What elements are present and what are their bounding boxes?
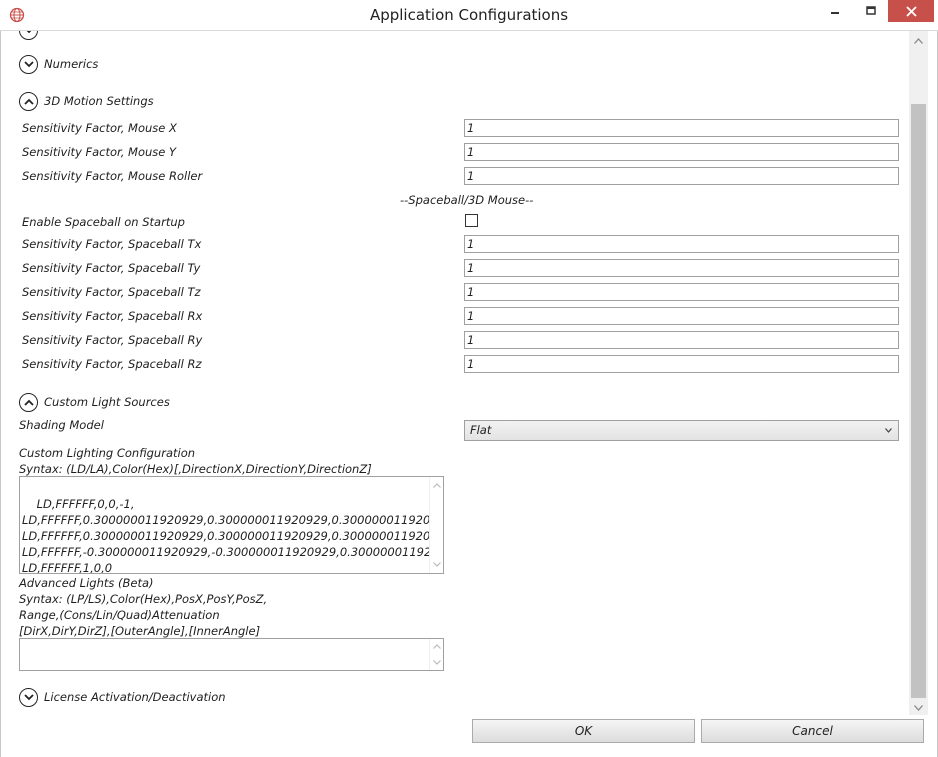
section-title: Numerics xyxy=(44,57,99,71)
scroll-up-icon[interactable] xyxy=(433,483,441,488)
section-title: License Activation/Deactivation xyxy=(44,690,226,704)
section-header-motion[interactable]: 3D Motion Settings xyxy=(19,91,154,111)
mouse-y-label: Sensitivity Factor, Mouse Y xyxy=(22,145,177,159)
section-header-license[interactable]: License Activation/Deactivation xyxy=(19,687,226,707)
minimize-button[interactable] xyxy=(820,0,850,22)
chevron-up-icon xyxy=(23,98,34,105)
dialog-footer: OK Cancel xyxy=(1,715,937,757)
spaceball-tz-input[interactable]: 1 xyxy=(464,283,899,301)
enable-spaceball-label: Enable Spaceball on Startup xyxy=(22,215,185,229)
advanced-lights-textarea[interactable] xyxy=(19,638,444,671)
chevron-down-icon xyxy=(885,428,892,433)
spaceball-rz-label: Sensitivity Factor, Spaceball Rz xyxy=(22,357,202,371)
shading-model-select[interactable]: Flat xyxy=(464,420,899,441)
collapse-toggle[interactable] xyxy=(19,91,38,111)
spaceball-subheader: --Spaceball/3D Mouse-- xyxy=(400,193,534,207)
main-scrollbar[interactable] xyxy=(909,31,928,715)
collapse-toggle[interactable] xyxy=(19,392,38,412)
enable-spaceball-checkbox[interactable] xyxy=(465,214,478,227)
spaceball-tx-label: Sensitivity Factor, Spaceball Tx xyxy=(22,237,202,251)
cancel-button[interactable]: Cancel xyxy=(701,719,924,743)
spaceball-rz-input[interactable]: 1 xyxy=(464,355,899,373)
spaceball-rx-input[interactable]: 1 xyxy=(464,307,899,325)
spaceball-rx-label: Sensitivity Factor, Spaceball Rx xyxy=(22,309,203,323)
mouse-roller-label: Sensitivity Factor, Mouse Roller xyxy=(22,169,203,183)
scrollbar-thumb[interactable] xyxy=(911,104,926,698)
chevron-down-icon xyxy=(23,693,34,700)
minimize-icon xyxy=(831,12,839,14)
custom-lighting-textarea[interactable]: LD,FFFFFF,0,0,-1, LD,FFFFFF,0.3000000119… xyxy=(19,476,444,574)
shading-model-value: Flat xyxy=(470,423,492,437)
scroll-up-icon[interactable] xyxy=(433,644,441,649)
maximize-icon xyxy=(866,6,876,15)
shading-model-label: Shading Model xyxy=(19,418,104,432)
spaceball-tz-label: Sensitivity Factor, Spaceball Tz xyxy=(22,285,201,299)
textarea-scrollbar[interactable] xyxy=(429,639,443,670)
section-title: 3D Motion Settings xyxy=(44,94,154,108)
expand-toggle[interactable] xyxy=(19,687,38,707)
maximize-button[interactable] xyxy=(856,0,886,22)
spaceball-ty-label: Sensitivity Factor, Spaceball Ty xyxy=(22,261,201,275)
window-title: Application Configurations xyxy=(369,6,569,24)
expand-toggle[interactable] xyxy=(19,31,38,40)
spaceball-tx-input[interactable]: 1 xyxy=(464,235,899,253)
mouse-y-input[interactable]: 1 xyxy=(464,143,899,161)
settings-panel: Numerics 3D Motion Settings Sensitivity … xyxy=(1,31,909,715)
scroll-down-icon[interactable] xyxy=(433,660,441,665)
close-button[interactable] xyxy=(888,0,934,22)
scroll-up-icon[interactable] xyxy=(914,38,923,44)
textarea-scrollbar[interactable] xyxy=(429,477,443,573)
ok-button[interactable]: OK xyxy=(472,719,695,743)
scroll-down-icon[interactable] xyxy=(914,705,923,711)
advanced-syntax-line-3: [DirX,DirY,DirZ],[OuterAngle],[InnerAngl… xyxy=(19,624,261,638)
spaceball-ry-input[interactable]: 1 xyxy=(464,331,899,349)
advanced-syntax-line-1: Syntax: (LP/LS),Color(Hex),PosX,PosY,Pos… xyxy=(19,592,268,606)
chevron-up-icon xyxy=(23,399,34,406)
section-header-numerics[interactable]: Numerics xyxy=(19,54,98,74)
expand-toggle[interactable] xyxy=(19,54,38,74)
chevron-down-icon xyxy=(26,31,31,33)
spaceball-ty-input[interactable]: 1 xyxy=(464,259,899,277)
custom-lighting-text: LD,FFFFFF,0,0,-1, LD,FFFFFF,0.3000000119… xyxy=(22,497,444,574)
custom-lighting-label: Custom Lighting Configuration xyxy=(19,446,196,460)
title-bar: Application Configurations xyxy=(0,0,938,31)
chevron-down-icon xyxy=(23,60,34,67)
custom-lighting-syntax: Syntax: (LD/LA),Color(Hex)[,DirectionX,D… xyxy=(19,462,372,476)
scroll-down-icon[interactable] xyxy=(433,562,441,567)
advanced-syntax-line-2: Range,(Cons/Lin/Quad)Attenuation xyxy=(19,608,220,622)
mouse-roller-input[interactable]: 1 xyxy=(464,167,899,185)
section-header-lights[interactable]: Custom Light Sources xyxy=(19,392,170,412)
mouse-x-input[interactable]: 1 xyxy=(464,119,899,137)
section-header-clipped[interactable] xyxy=(19,31,44,40)
section-title: Custom Light Sources xyxy=(44,395,170,409)
advanced-lights-label: Advanced Lights (Beta) xyxy=(19,576,154,590)
spaceball-ry-label: Sensitivity Factor, Spaceball Ry xyxy=(22,333,203,347)
mouse-x-label: Sensitivity Factor, Mouse X xyxy=(22,121,177,135)
close-icon xyxy=(905,5,917,17)
